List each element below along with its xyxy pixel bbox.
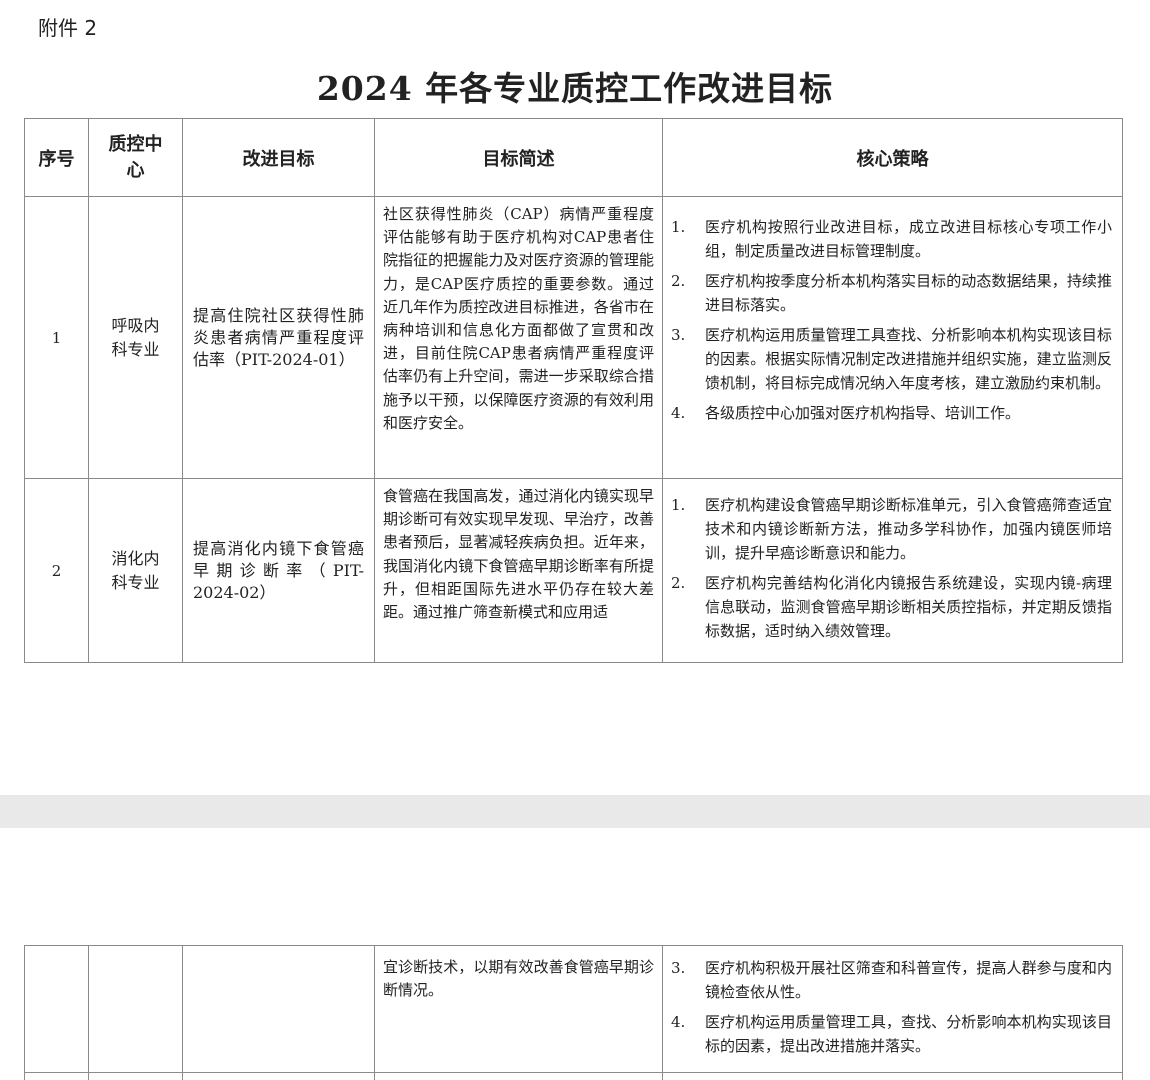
strategy-item: 2. 医疗机构按季度分析本机构落实目标的动态数据结果，持续推进目标落实。 [671,272,1112,314]
header-goal: 改进目标 [182,118,375,197]
row-number [24,945,89,1073]
row-description: 社区获得性肺炎（CAP）病情严重程度评估能够有助于医疗机构对CAP患者住院指征的… [374,196,663,479]
table-header-row: 序号 质控中心 改进目标 目标简述 核心策略 [24,118,1123,197]
document-page-1: 附件 2 2024 年各专业质控工作改进目标 序号 质控中心 改进目标 目标简述… [0,0,1150,795]
strategy-item: 4. 医疗机构运用质量管理工具，查找、分析影响本机构实现该目标的因素，提出改进措施… [671,1013,1112,1055]
table-row: 1 呼吸内科专业 提高住院社区获得性肺炎患者病情严重程度评估率（PIT-2024… [24,196,1123,479]
header-no: 序号 [24,118,89,197]
attachment-label: 附件 2 [38,16,98,40]
row-number: 2 [24,478,89,663]
goals-table: 序号 质控中心 改进目标 目标简述 核心策略 1 呼吸内科专业 提高住院社区获得… [24,118,1123,663]
strategy-item: 2. 医疗机构完善结构化消化内镜报告系统建设，实现内镜-病理信息联动，监测食管癌早… [671,574,1112,640]
table-row: 宜诊断技术，以期有效改善食管癌早期诊断情况。 3. 医疗机构积极开展社区筛查和科普… [24,945,1123,1073]
strategy-item: 1. 医疗机构按照行业改进目标，成立改进目标核心专项工作小组，制定质量改进目标管理… [671,218,1112,260]
row-goal: 提高消化内镜下食管癌早期诊断率（PIT-2024-02） [182,478,375,663]
strategy-item: 4. 各级质控中心加强对医疗机构指导、培训工作。 [671,404,1021,422]
row-strategies: 3. 医疗机构积极开展社区筛查和科普宣传，提高人群参与度和内镜检查依从性。 4. 医… [662,945,1123,1073]
row-center: 消化内科专业 [88,478,183,663]
strategy-item: 1. 医疗机构建设食管癌早期诊断标准单元，引入食管癌筛查适宜技术和内镜诊断新方法，… [671,496,1112,562]
table-row: 2 消化内科专业 提高消化内镜下食管癌早期诊断率（PIT-2024-02） 食管… [24,478,1123,663]
row-description: 食管癌在我国高发，通过消化内镜实现早期诊断可有效实现早发现、早治疗，改善患者预后… [374,478,663,663]
row-description-text: 食管癌在我国高发，通过消化内镜实现早期诊断可有效实现早发现、早治疗，改善患者预后… [383,487,654,622]
table-row [24,1072,1123,1080]
goals-table-continued: 宜诊断技术，以期有效改善食管癌早期诊断情况。 3. 医疗机构积极开展社区筛查和科普… [24,945,1123,1080]
row-center: 呼吸内科专业 [88,196,183,479]
strategy-item: 3. 医疗机构运用质量管理工具查找、分析影响本机构实现该目标的因素。根据实际情况制… [671,326,1112,392]
header-desc: 目标简述 [374,118,663,197]
row-goal: 提高住院社区获得性肺炎患者病情严重程度评估率（PIT-2024-01） [182,196,375,479]
row-description: 宜诊断技术，以期有效改善食管癌早期诊断情况。 [374,945,663,1073]
page-separator [0,795,1150,828]
row-strategies: 1. 医疗机构建设食管癌早期诊断标准单元，引入食管癌筛查适宜技术和内镜诊断新方法，… [662,478,1123,663]
strategy-item: 3. 医疗机构积极开展社区筛查和科普宣传，提高人群参与度和内镜检查依从性。 [671,959,1112,1001]
row-number: 1 [24,196,89,479]
document-page-2: 宜诊断技术，以期有效改善食管癌早期诊断情况。 3. 医疗机构积极开展社区筛查和科普… [0,828,1150,1080]
header-strategy: 核心策略 [662,118,1123,197]
document-title: 2024 年各专业质控工作改进目标 [316,69,834,108]
row-goal [182,945,375,1073]
header-center: 质控中心 [88,118,183,197]
row-strategies: 1. 医疗机构按照行业改进目标，成立改进目标核心专项工作小组，制定质量改进目标管理… [662,196,1123,479]
row-center [88,945,183,1073]
